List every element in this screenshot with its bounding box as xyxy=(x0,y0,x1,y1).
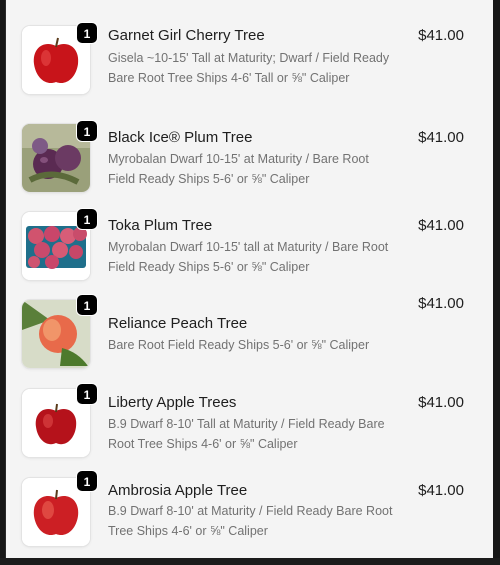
product-description: Gisela ~10-15' Tall at Maturity; Dwarf /… xyxy=(108,51,390,85)
product-price: $41.00 xyxy=(418,129,464,146)
product-description: B.9 Dwarf 8-10' at Maturity / Field Read… xyxy=(108,504,393,538)
product-description: Myrobalan Dwarf 10-15' at Maturity / Bar… xyxy=(108,152,369,186)
product-description: Bare Root Field Ready Ships 5-6' or ⅝" C… xyxy=(108,338,370,352)
product-name: Ambrosia Apple Tree xyxy=(108,482,248,499)
product-name: Reliance Peach Tree xyxy=(108,315,248,332)
cart-item: 1 Toka Plum Tree Myrobalan Dwarf 10-15' … xyxy=(6,205,493,295)
cart-item: 1 Reliance Peach Tree Bare Root Field Re… xyxy=(6,292,493,382)
cart-item: 1 Black Ice® Plum Tree Myrobalan Dwarf 1… xyxy=(6,118,493,208)
quantity-badge: 1 xyxy=(76,470,98,492)
product-description: Myrobalan Dwarf 10-15' tall at Maturity … xyxy=(108,240,389,274)
quantity-badge: 1 xyxy=(76,208,98,230)
product-description: B.9 Dwarf 8-10' Tall at Maturity / Field… xyxy=(108,417,385,451)
cart-item: 1 Liberty Apple Trees B.9 Dwarf 8-10' Ta… xyxy=(6,383,493,473)
cart-item: 1 Ambrosia Apple Tree B.9 Dwarf 8-10' at… xyxy=(6,470,493,558)
cart-item: 1 Garnet Girl Cherry Tree Gisela ~10-15'… xyxy=(6,18,493,108)
bottom-edge xyxy=(0,558,500,565)
product-name: Liberty Apple Trees xyxy=(108,394,237,411)
product-price: $41.00 xyxy=(418,394,464,411)
quantity-badge: 1 xyxy=(76,294,98,316)
product-price: $41.00 xyxy=(418,295,464,312)
product-price: $41.00 xyxy=(418,217,464,234)
product-price: $41.00 xyxy=(418,482,464,499)
quantity-badge: 1 xyxy=(76,383,98,405)
quantity-badge: 1 xyxy=(76,120,98,142)
product-price: $41.00 xyxy=(418,27,464,44)
product-name: Black Ice® Plum Tree xyxy=(108,129,253,146)
order-summary-panel: 1 Garnet Girl Cherry Tree Gisela ~10-15'… xyxy=(5,0,493,558)
quantity-badge: 1 xyxy=(76,22,98,44)
product-name: Garnet Girl Cherry Tree xyxy=(108,27,265,44)
product-name: Toka Plum Tree xyxy=(108,217,213,234)
